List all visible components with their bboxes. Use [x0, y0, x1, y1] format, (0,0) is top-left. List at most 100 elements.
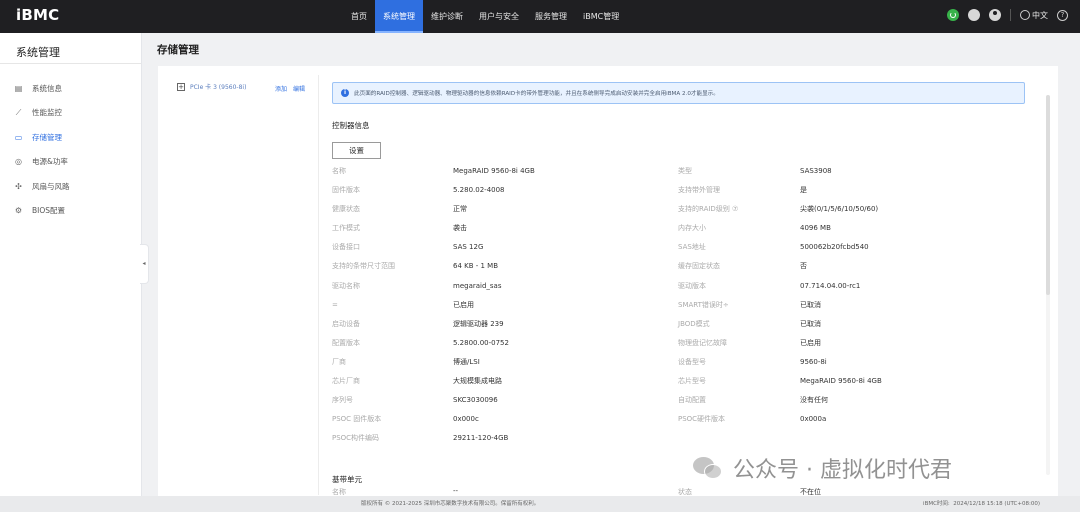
sidebar-item-label: 风扇与风路 — [32, 181, 70, 191]
detail-label: 设备接口 — [332, 243, 360, 252]
detail-label: 序列号 — [332, 396, 353, 405]
tree-actions: 添加 编辑 — [275, 84, 305, 93]
top-bar: iBMC 首页 系统管理 维护诊断 用户与安全 服务管理 iBMC管理 中文 ? — [0, 0, 1080, 33]
scrollbar-thumb[interactable] — [1046, 95, 1050, 295]
sidebar-item-label: 电源&功率 — [32, 157, 68, 167]
detail-value: 64 KB - 1 MB — [453, 262, 499, 271]
ibmc-time: iBMC时间: 2024/12/18 15:18 (UTC+08:00) — [923, 496, 1040, 512]
detail-value: 4096 MB — [800, 224, 831, 233]
detail-value: SAS3908 — [800, 167, 832, 175]
gear-icon: ⚙ — [14, 206, 23, 216]
nav-maintenance[interactable]: 维护诊断 — [423, 0, 471, 33]
divider — [1010, 9, 1011, 21]
sidebar-item-performance[interactable]: ⟋ 性能监控 — [0, 101, 141, 126]
detail-value: MegaRAID 9560-8i 4GB — [453, 167, 535, 175]
watermark-text: 公众号 · 虚拟化时代君 — [733, 458, 952, 483]
detail-label: 支持的RAID级别 ⑦ — [678, 205, 739, 214]
detail-value: 5.280.02-4008 — [453, 186, 505, 195]
detail-label: 名称 — [332, 167, 346, 175]
detail-value: 袭击 — [453, 224, 467, 233]
detail-row: 支持的条带尺寸范围 64 KB - 1 MB 缓存固定状态 否 — [332, 257, 1032, 276]
detail-label: 配置版本 — [332, 338, 360, 347]
detail-row: 芯片厂商 大规模集成电路 芯片型号 MegaRAID 9560-8i 4GB — [332, 372, 1032, 391]
detail-label: 固件版本 — [332, 186, 360, 195]
controller-section-title: 控制器信息 — [332, 121, 370, 130]
detail-label: 驱动版本 — [678, 281, 706, 290]
detail-row: PSOC 固件版本 0x000c PSOC硬件版本 0x000a — [332, 410, 1032, 429]
time-value: 2024/12/18 15:18 (UTC+08:00) — [953, 501, 1040, 507]
edit-link[interactable]: 编辑 — [293, 84, 305, 93]
sidebar-item-label: BIOS配置 — [32, 206, 66, 216]
nav-home[interactable]: 首页 — [343, 0, 375, 33]
chart-icon: ⟋ — [15, 108, 22, 118]
user-icon[interactable] — [989, 9, 1001, 21]
detail-row: 驱动名称 megaraid_sas 驱动版本 07.714.04.00-rc1 — [332, 277, 1032, 296]
top-nav: 首页 系统管理 维护诊断 用户与安全 服务管理 iBMC管理 — [343, 0, 627, 33]
detail-value: 0x000c — [453, 415, 479, 424]
detail-row: 启动设备 逻辑驱动器 239 JBOD模式 已取消 — [332, 315, 1032, 334]
detail-label: SMART错误时÷ — [678, 300, 729, 309]
detail-row: 健康状态 正常 支持的RAID级别 ⑦ 尖袭(0/1/5/6/10/50/60) — [332, 200, 1032, 219]
detail-value: MegaRAID 9560-8i 4GB — [800, 377, 882, 386]
nav-system-management[interactable]: 系统管理 — [375, 0, 423, 33]
power-icon: ◎ — [15, 157, 22, 167]
panel-divider — [318, 75, 319, 495]
nav-user-security[interactable]: 用户与安全 — [471, 0, 527, 33]
detail-value: 博通/LSI — [453, 357, 480, 366]
app-logo[interactable]: iBMC — [16, 6, 59, 24]
nav-service-management[interactable]: 服务管理 — [527, 0, 575, 33]
sidebar-item-fans[interactable]: ✣ 风扇与风路 — [0, 174, 141, 199]
detail-row: 固件版本 5.280.02-4008 支持带外管理 是 — [332, 181, 1032, 200]
detail-label: PSOC硬件版本 — [678, 415, 726, 424]
top-right-tools: 中文 ? — [947, 9, 1068, 21]
detail-label: SAS地址 — [678, 243, 706, 252]
copyright-text: 版权所有 © 2021-2025 深圳市芯聚数字技术有限公司。保留所有权利。 — [361, 501, 540, 507]
detail-label: 缓存固定状态 — [678, 262, 720, 271]
detail-value: 0x000a — [800, 415, 827, 424]
sidebar-item-bios[interactable]: ⚙ BIOS配置 — [0, 199, 141, 224]
storage-icon: ▭ — [14, 132, 23, 142]
sidebar: 系统管理 ▤ 系统信息 ⟋ 性能监控 ▭ 存储管理 ◎ 电源&功率 ✣ 风扇与风… — [0, 33, 142, 496]
detail-label: 支持带外管理 — [678, 186, 720, 195]
detail-value: 07.714.04.00-rc1 — [800, 281, 861, 290]
add-link[interactable]: 添加 — [275, 84, 287, 93]
tree-node-label[interactable]: PCIe 卡 3 (9560-8i) — [190, 82, 246, 91]
detail-label: 物理盘记忆故障 — [678, 338, 727, 347]
power-icon[interactable] — [947, 9, 959, 21]
detail-label: PSOC 固件版本 — [332, 415, 382, 424]
language-switcher[interactable]: 中文 — [1020, 10, 1048, 21]
sidebar-collapse-button[interactable]: ◂ — [140, 244, 149, 284]
detail-value: SAS 12G — [453, 243, 484, 252]
info-icon: i — [341, 89, 349, 97]
message-icon[interactable] — [968, 9, 980, 21]
nav-ibmc-management[interactable]: iBMC管理 — [575, 0, 627, 33]
detail-value: 500062b20fcbd540 — [800, 243, 869, 252]
detail-row: 名称 MegaRAID 9560-8i 4GB 类型 SAS3908 — [332, 162, 1032, 181]
detail-value: 正常 — [453, 205, 467, 214]
detail-label: 支持的条带尺寸范围 — [332, 262, 395, 271]
sidebar-item-label: 性能监控 — [32, 108, 62, 118]
detail-row: 设备接口 SAS 12G SAS地址 500062b20fcbd540 — [332, 238, 1032, 257]
detail-label: = — [332, 300, 338, 309]
expand-icon[interactable]: + — [177, 82, 185, 91]
system-info-icon: ▤ — [14, 83, 23, 93]
detail-value: 逻辑驱动器 239 — [453, 319, 504, 328]
info-banner-text: 此页面的RAID控制器、逻辑驱动器、物理驱动器的信息依赖RAID卡的带外管理功能… — [354, 91, 719, 97]
detail-label: 芯片厂商 — [332, 377, 360, 386]
sidebar-item-power[interactable]: ◎ 电源&功率 — [0, 150, 141, 175]
time-label: iBMC时间: — [923, 501, 950, 507]
detail-label: 驱动名称 — [332, 281, 360, 290]
tree-node-pcie[interactable]: + PCIe 卡 3 (9560-8i) — [177, 82, 246, 91]
detail-label: 厂商 — [332, 357, 346, 366]
detail-value: 已取消 — [800, 300, 821, 309]
help-icon[interactable]: ? — [1057, 9, 1068, 21]
settings-button[interactable]: 设置 — [332, 142, 381, 159]
language-label: 中文 — [1032, 10, 1048, 20]
sidebar-item-storage[interactable]: ▭ 存储管理 — [0, 125, 141, 150]
controller-details: 名称 MegaRAID 9560-8i 4GB 类型 SAS3908 固件版本 … — [332, 162, 1032, 448]
sidebar-item-system-info[interactable]: ▤ 系统信息 — [0, 76, 141, 101]
detail-label: 内存大小 — [678, 224, 706, 233]
wechat-icon — [693, 455, 723, 481]
sidebar-item-label: 存储管理 — [32, 132, 62, 142]
sidebar-title: 系统管理 — [0, 33, 141, 64]
